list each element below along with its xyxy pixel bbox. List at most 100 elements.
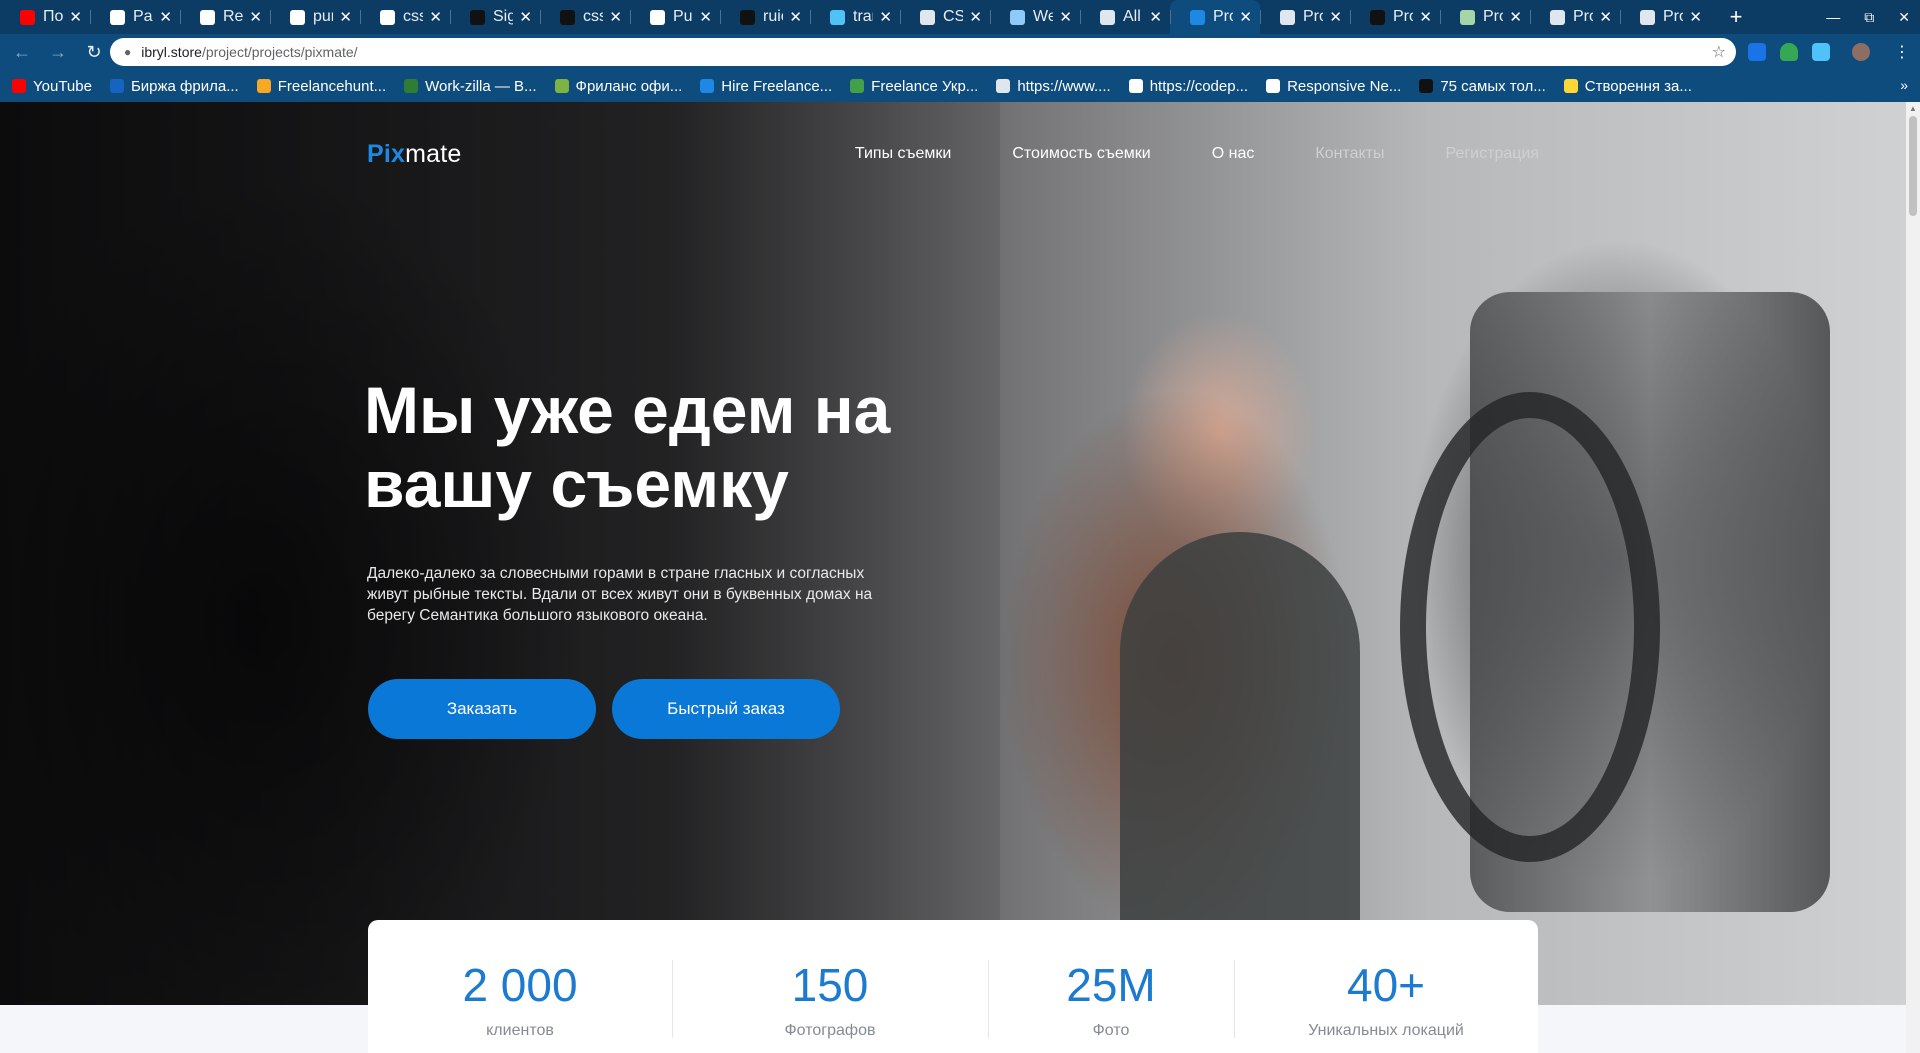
browser-tab[interactable]: pur ✕ (270, 0, 360, 34)
browser-tab[interactable]: css- ✕ (540, 0, 630, 34)
close-tab-icon[interactable]: ✕ (1329, 8, 1342, 26)
browser-tab[interactable]: tran ✕ (810, 0, 900, 34)
browser-tab[interactable]: All F ✕ (1080, 0, 1170, 34)
browser-tab[interactable]: Под ✕ (0, 0, 90, 34)
bookmark-item[interactable]: Freelancehunt... (256, 78, 386, 95)
page-scrollbar[interactable]: ▲ (1906, 102, 1920, 1053)
close-tab-icon[interactable]: ✕ (429, 8, 442, 26)
close-tab-icon[interactable]: ✕ (69, 8, 82, 26)
bookmark-label: https://www.... (1017, 77, 1111, 95)
browser-menu-icon[interactable]: ⋮ (1894, 42, 1910, 62)
bookmark-item[interactable]: Биржа фрила... (109, 78, 239, 95)
bookmark-favicon-icon (554, 79, 569, 93)
browser-tab-strip: Под✕Para✕Resp✕pur✕css✕Sigr✕css-✕Pur✕ruic… (0, 0, 1920, 34)
close-tab-icon[interactable]: ✕ (519, 8, 532, 26)
close-tab-icon[interactable]: ✕ (1509, 8, 1522, 26)
restore-icon[interactable]: ⧉ (1864, 9, 1874, 26)
bookmark-star-icon[interactable]: ☆ (1712, 42, 1726, 62)
bookmark-item[interactable]: Responsive Ne... (1266, 78, 1401, 95)
url-path: /project/projects/pixmate/ (201, 44, 358, 60)
new-tab-button[interactable]: + (1716, 0, 1756, 34)
browser-tab[interactable]: Sigr ✕ (450, 0, 540, 34)
bookmark-favicon-icon (1128, 79, 1143, 93)
translate-extension-icon[interactable] (1748, 43, 1766, 61)
profile-avatar[interactable] (1852, 43, 1870, 61)
extensions-area (1748, 38, 1870, 66)
close-tab-icon[interactable]: ✕ (249, 8, 262, 26)
globe-icon (1550, 9, 1565, 25)
bookmark-item[interactable]: Hire Freelance... (700, 78, 832, 95)
order-button[interactable]: Заказать (368, 679, 596, 739)
close-tab-icon[interactable]: ✕ (1599, 8, 1612, 26)
back-icon[interactable]: ← (8, 38, 36, 66)
bookmark-item[interactable]: https://www.... (996, 77, 1111, 95)
browser-tab[interactable]: CSS ✕ (900, 0, 990, 34)
browser-tab[interactable]: Proj ✕ (1170, 0, 1260, 34)
bookmark-label: Freelance Укр... (871, 77, 979, 95)
browser-tab[interactable]: Proj ✕ (1440, 0, 1530, 34)
tab-title: CSS (943, 8, 964, 25)
scrollbar-thumb[interactable] (1909, 116, 1917, 216)
lock-icon[interactable]: ● (124, 45, 131, 59)
close-tab-icon[interactable]: ✕ (1419, 8, 1432, 26)
site-logo[interactable]: Pixmate (367, 140, 462, 169)
bookmark-favicon-icon (404, 79, 419, 93)
close-tab-icon[interactable]: ✕ (1149, 8, 1162, 26)
browser-tab[interactable]: Para ✕ (90, 0, 180, 34)
close-window-icon[interactable]: ✕ (1898, 9, 1910, 26)
close-tab-icon[interactable]: ✕ (699, 8, 712, 26)
close-tab-icon[interactable]: ✕ (1689, 8, 1702, 26)
forward-icon[interactable]: → (44, 38, 72, 66)
close-tab-icon[interactable]: ✕ (1239, 8, 1252, 26)
browser-tab[interactable]: Proj ✕ (1620, 0, 1710, 34)
extension-icon[interactable] (1812, 43, 1830, 61)
browser-tab[interactable]: css ✕ (360, 0, 450, 34)
reload-icon[interactable]: ↻ (80, 38, 108, 66)
close-tab-icon[interactable]: ✕ (609, 8, 622, 26)
close-tab-icon[interactable]: ✕ (969, 8, 982, 26)
globe-icon (920, 9, 935, 25)
close-tab-icon[interactable]: ✕ (339, 8, 352, 26)
stat-clients: 2 000 клиентов (368, 920, 672, 1053)
shield-extension-icon[interactable] (1780, 43, 1798, 61)
stat-photos: 25M Фото (988, 920, 1234, 1053)
bookmark-label: YouTube (33, 77, 92, 95)
browser-tab[interactable]: ruic ✕ (720, 0, 810, 34)
browser-tab[interactable]: Wel ✕ (990, 0, 1080, 34)
bookmarks-overflow-icon[interactable]: » (1900, 77, 1908, 93)
bookmark-item[interactable]: Створення за... (1563, 78, 1692, 95)
codepen-icon (110, 9, 125, 25)
stat-value: 40+ (1346, 959, 1426, 1011)
address-bar[interactable]: ● ibryl.store/project/projects/pixmate/ … (110, 38, 1736, 66)
close-tab-icon[interactable]: ✕ (789, 8, 802, 26)
github-icon (560, 9, 575, 25)
close-tab-icon[interactable]: ✕ (159, 8, 172, 26)
nav-shoot-types[interactable]: Типы съемки (855, 145, 951, 163)
browser-tab[interactable]: Proj ✕ (1530, 0, 1620, 34)
nav-pricing[interactable]: Стоимость съемки (1012, 145, 1150, 163)
close-tab-icon[interactable]: ✕ (879, 8, 892, 26)
nav-register[interactable]: Регистрация (1445, 145, 1539, 163)
stat-locations: 40+ Уникальных локаций (1234, 920, 1538, 1053)
bookmark-label: Responsive Ne... (1287, 77, 1402, 95)
translate-icon (830, 9, 845, 25)
tab-title: Proj (1483, 8, 1503, 25)
browser-tab[interactable]: Proj ✕ (1260, 0, 1350, 34)
bookmark-item[interactable]: https://codep... (1128, 78, 1248, 95)
browser-tab[interactable]: Resp ✕ (180, 0, 270, 34)
nav-contacts[interactable]: Контакты (1315, 145, 1384, 163)
close-tab-icon[interactable]: ✕ (1059, 8, 1072, 26)
bookmark-item[interactable]: Freelance Укр... (850, 78, 978, 95)
bookmark-item[interactable]: Work-zilla — B... (404, 78, 537, 95)
nav-about[interactable]: О нас (1212, 145, 1255, 163)
minimize-icon[interactable]: — (1826, 9, 1840, 25)
page-viewport: Pixmate Типы съемки Стоимость съемки О н… (0, 102, 1920, 1053)
window-controls: — ⧉ ✕ (1826, 0, 1910, 34)
quick-order-button[interactable]: Быстрый заказ (612, 679, 840, 739)
bookmark-item[interactable]: YouTube (12, 78, 92, 95)
browser-tab[interactable]: Pur ✕ (630, 0, 720, 34)
bookmark-item[interactable]: Фриланс офи... (554, 78, 682, 95)
scroll-up-icon[interactable]: ▲ (1909, 104, 1917, 113)
browser-tab[interactable]: Proj ✕ (1350, 0, 1440, 34)
bookmark-item[interactable]: 75 самых тол... (1419, 78, 1546, 95)
